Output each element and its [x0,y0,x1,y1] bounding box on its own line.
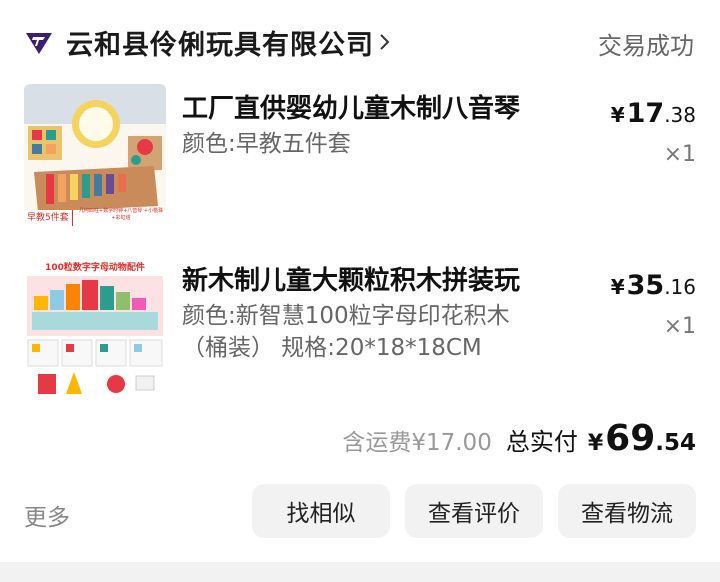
shipping-fee: 含运费¥17.00 [342,430,492,456]
product-title[interactable]: 工厂直供婴幼儿童木制八音琴 [182,88,562,125]
thumb-caption: 100粒数字字母动物配件 [45,263,145,273]
shop-header[interactable]: 云和县伶俐玩具有限公司 [24,22,392,62]
currency-symbol: ¥ [610,103,625,127]
shop-name[interactable]: 云和县伶俐玩具有限公司 [66,23,374,62]
order-item[interactable]: 100粒数字字母动物配件 新木制儿童大颗粒积木拼装玩 颜色:新智慧100粒字母印… [24,256,696,401]
more-link[interactable]: 更多 [24,498,70,532]
order-total: 含运费¥17.00 总实付 ¥ 69 .54 [342,418,696,459]
shop-logo-icon [26,33,52,54]
thumb-badge: 早教5件套 [24,210,73,226]
product-spec: 颜色:新智慧100粒字母印花积木（桶装） 规格:20*18*18CM [182,303,510,361]
currency-symbol: ¥ [587,431,604,456]
product-title[interactable]: 新木制儿童大颗粒积木拼装玩 [182,260,562,297]
chevron-right-icon[interactable] [378,31,392,53]
product-spec: 颜色:早教五件套 [182,131,351,157]
product-price: ¥35.16 [611,270,696,301]
product-price: ¥17.38 [611,98,696,129]
order-item[interactable]: 早教5件套 几何四柱+数字时钟+八音琴 +小桃珠+彩虹塔 工厂直供婴幼儿童木制八… [24,84,696,229]
view-review-button[interactable]: 查看评价 [405,484,543,538]
view-logistics-button[interactable]: 查看物流 [558,484,696,538]
product-thumbnail[interactable]: 100粒数字字母动物配件 [24,256,166,398]
order-card: 云和县伶俐玩具有限公司 交易成功 早教5件套 几何四柱+数字时钟+八音琴 +小桃… [0,0,720,562]
thumb-subcaption: 几何四柱+数字时钟+八音琴 +小桃珠+彩虹塔 [78,208,164,221]
price-cents: .38 [664,103,696,127]
paid-amount-cents: .54 [655,430,696,456]
currency-symbol: ¥ [610,275,625,299]
paid-label: 总实付 [505,428,578,456]
price-main: 35 [626,270,665,301]
product-thumbnail[interactable]: 早教5件套 几何四柱+数字时钟+八音琴 +小桃珠+彩虹塔 [24,84,166,226]
price-main: 17 [626,98,665,129]
find-similar-button[interactable]: 找相似 [252,484,390,538]
price-cents: .16 [664,275,696,299]
order-status: 交易成功 [598,32,694,60]
product-quantity: ×1 [663,314,696,339]
product-quantity: ×1 [663,142,696,167]
paid-amount-main: 69 [605,418,656,459]
